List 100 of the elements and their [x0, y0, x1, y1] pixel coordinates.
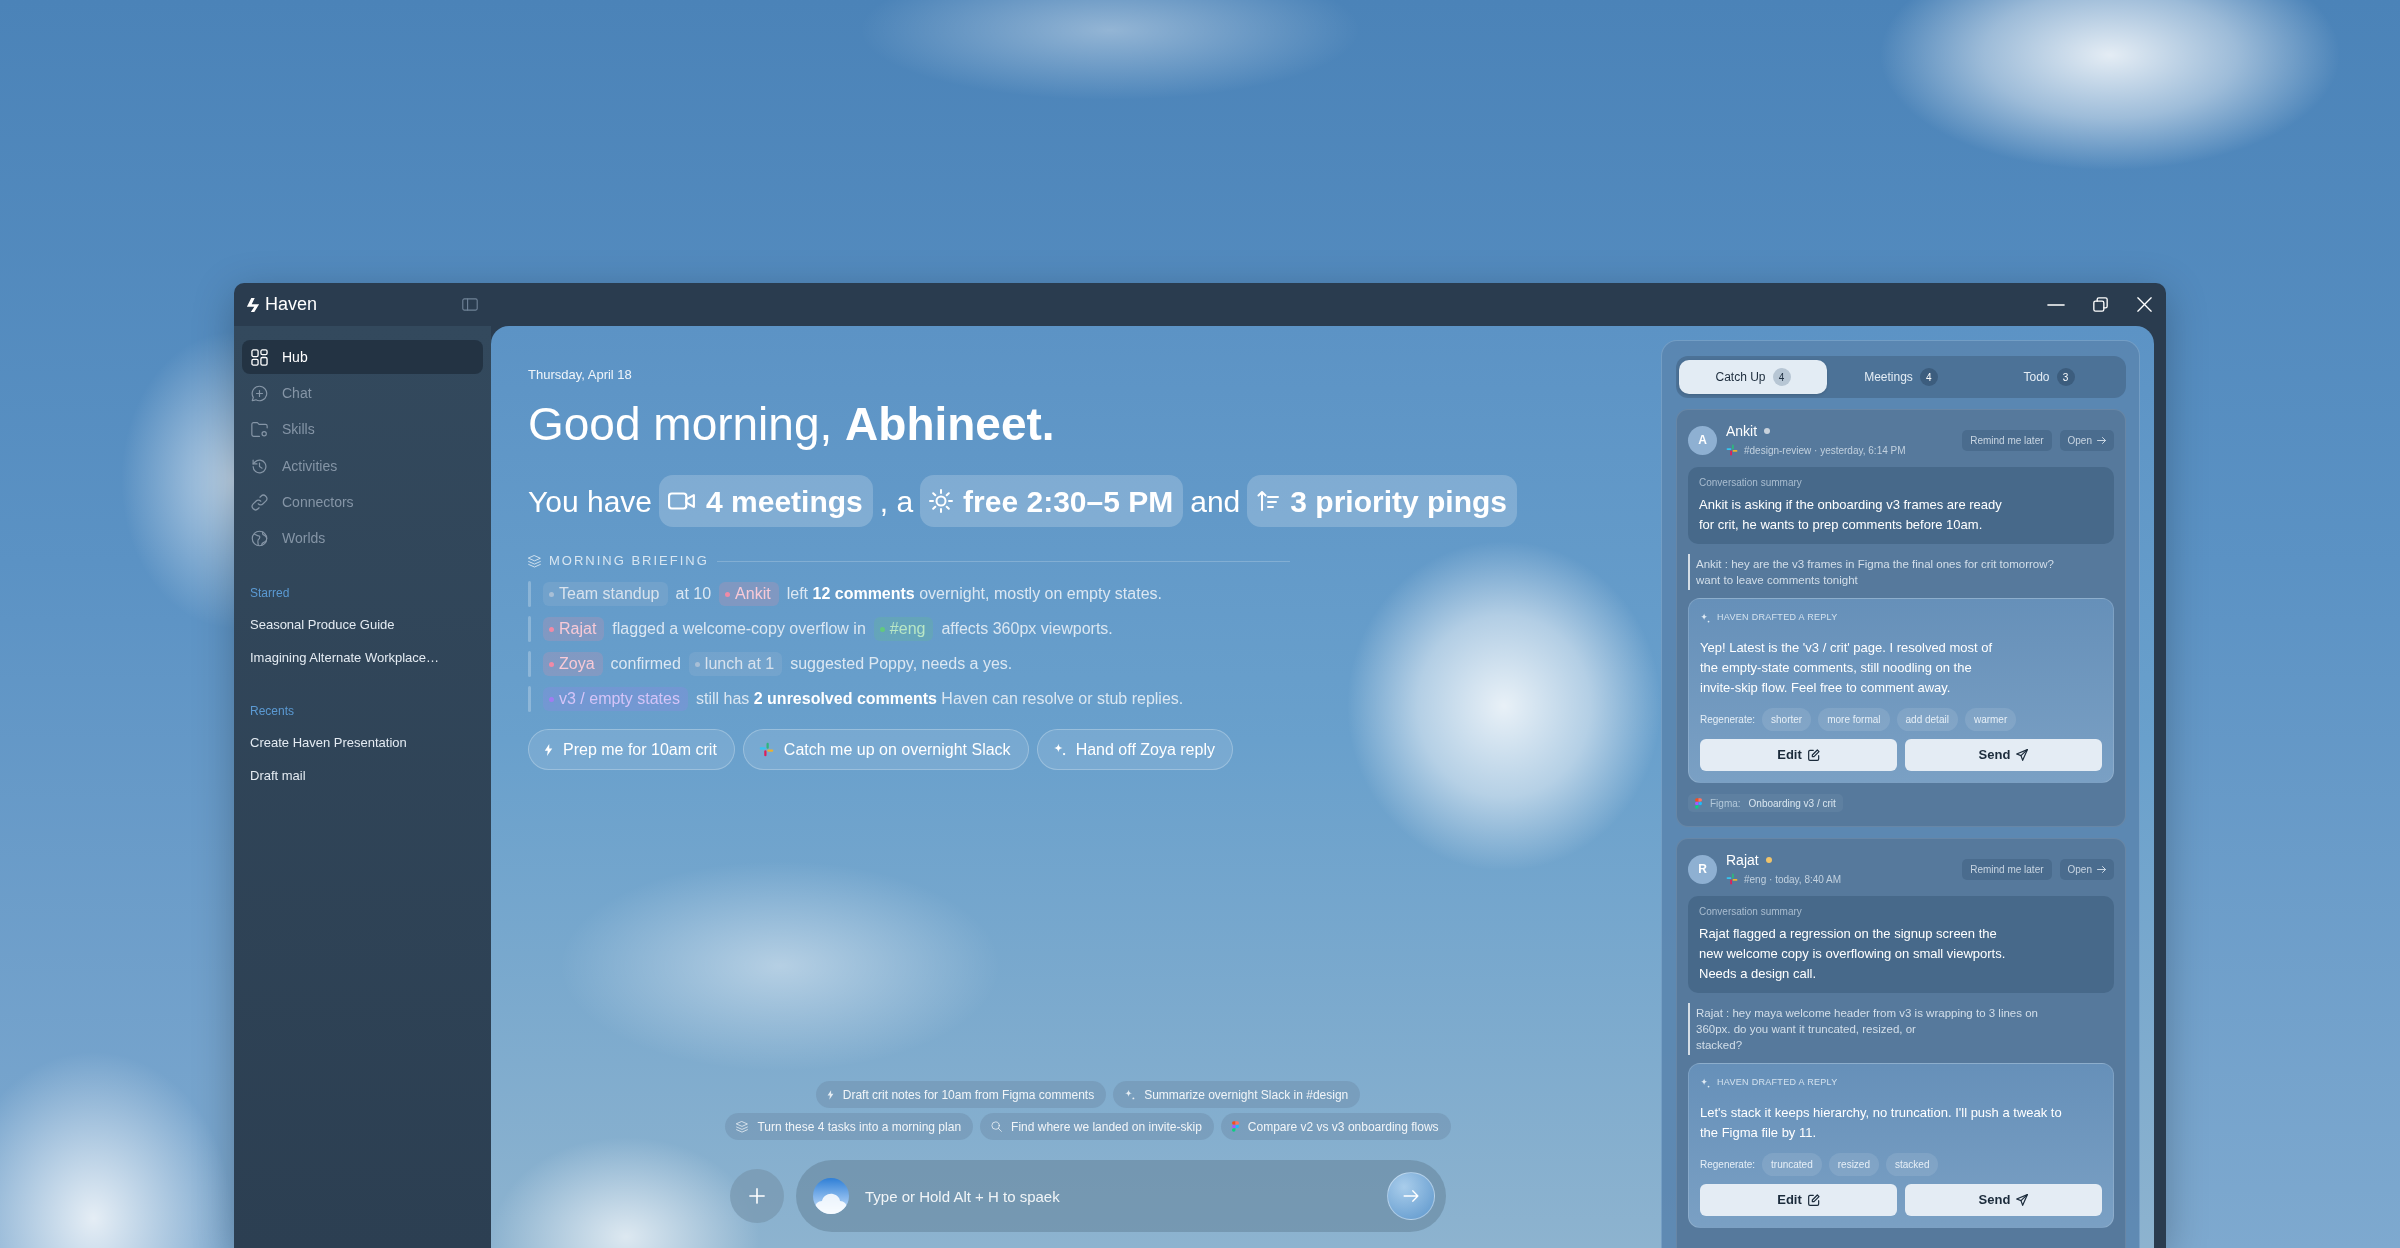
summary-pill[interactable]: 3 priority pings — [1247, 475, 1517, 527]
globe-icon — [251, 530, 268, 548]
briefing-text: at 10 — [675, 584, 712, 604]
regenerate-option[interactable]: resized — [1828, 1153, 1879, 1176]
count-badge: 4 — [1772, 368, 1791, 386]
regenerate-option[interactable]: stacked — [1886, 1153, 1939, 1176]
send-icon — [2016, 749, 2029, 761]
send-reply-button[interactable]: Send — [1905, 1184, 2102, 1216]
remind-later-button[interactable]: Remind me later — [1962, 429, 2052, 451]
summary-pill[interactable]: free 2:30–5 PM — [920, 475, 1184, 527]
mention-chip[interactable]: Zoya — [543, 652, 603, 676]
summary-text: , a — [879, 483, 914, 520]
arrow-right-icon — [2097, 436, 2106, 444]
sidebar-link[interactable]: Seasonal Produce Guide — [242, 607, 483, 641]
action-button[interactable]: Hand off Zoya reply — [1036, 729, 1233, 770]
edit-button[interactable]: Edit — [1700, 1184, 1897, 1216]
count-badge: 3 — [2056, 368, 2075, 386]
open-button[interactable]: Open — [2059, 429, 2114, 451]
nav-item[interactable]: Connectors — [242, 485, 483, 520]
summary-text: and — [1190, 483, 1241, 520]
regenerate-label: Regenerate: — [1700, 1158, 1756, 1172]
sparkle-icon — [1052, 743, 1066, 756]
suggestion-chip[interactable]: Turn these 4 tasks into a morning plan — [725, 1113, 974, 1140]
nav-item[interactable]: Hub — [242, 340, 483, 374]
draft-text: Yep! Latest is the 'v3 / crit' page. I resolved most of the empty-state comments, still noodling on the invite-skip flow. Feel free to comment away. — [1700, 639, 1994, 697]
summary-pill[interactable]: 4 meetings — [659, 475, 873, 527]
suggestion-chip[interactable]: Compare v2 vs v3 onboarding flows — [1220, 1113, 1451, 1140]
count-badge: 4 — [1919, 368, 1938, 386]
nav-item[interactable]: Chat — [242, 376, 483, 411]
summary-text: Rajat flagged a regression on the signup screen the new welcome copy is overflowing on small viewports. Needs a design call. — [1699, 925, 2007, 983]
mention-chip[interactable]: #eng — [873, 617, 934, 641]
figma-logo-icon — [1695, 797, 1702, 809]
regenerate-option[interactable]: shorter — [1762, 708, 1812, 731]
restore-icon — [2092, 297, 2108, 312]
briefing-text: left 12 comments overnight, mostly on empty states. — [786, 584, 1162, 604]
source-link[interactable]: Figma: Onboarding v3 / crit — [1688, 794, 1843, 812]
figma-logo-icon — [1231, 1121, 1239, 1132]
avatar: A — [1688, 425, 1717, 455]
draft-text: Let's stack it keeps hierarchy, no truncation. I'll push a tweak to the Figma file by 11. — [1700, 1104, 2063, 1142]
slack-logo-icon — [1726, 873, 1738, 885]
edit-button[interactable]: Edit — [1700, 739, 1897, 771]
quoted-message: Ankit : hey are the v3 frames in Figma the final ones for crit tomorrow? want to leave comments tonight — [1688, 554, 2114, 590]
send-icon — [2016, 1194, 2029, 1206]
regenerate-option[interactable]: add detail — [1896, 708, 1958, 731]
sun-icon — [929, 489, 954, 513]
quoted-message: Rajat : hey maya welcome header from v3 is wrapping to 3 lines on 360px. do you want it truncated, resized, or stacked? — [1688, 1003, 2114, 1055]
sidebar-link[interactable]: Create Haven Presentation — [242, 725, 483, 759]
action-button[interactable]: Catch me up on overnight Slack — [742, 729, 1029, 770]
suggestion-chip[interactable]: Summarize overnight Slack in #design — [1113, 1081, 1361, 1108]
sidebar-link[interactable]: Imagining Alternate Workplace… — [242, 640, 483, 674]
section-heading: Starred — [249, 584, 291, 602]
regenerate-option[interactable]: more formal — [1818, 708, 1890, 731]
arrow-right-icon — [1403, 1190, 1419, 1202]
app-logo-icon — [246, 296, 260, 313]
mention-chip[interactable]: Ankit — [719, 582, 779, 606]
grid-icon — [251, 348, 268, 366]
suggestion-chip[interactable]: Draft crit notes for 10am from Figma comments — [815, 1081, 1107, 1108]
tab[interactable]: Catch Up 4 — [1679, 360, 1827, 394]
nav-item[interactable]: Worlds — [242, 521, 483, 556]
sidebar-toggle-icon — [462, 298, 478, 311]
mention-chip[interactable]: Rajat — [543, 617, 605, 641]
briefing-text: suggested Poppy, needs a yes. — [790, 654, 1013, 674]
bolt-icon — [544, 743, 553, 756]
mention-chip[interactable]: lunch at 1 — [688, 652, 783, 676]
chat-plus-icon — [251, 384, 268, 402]
minimize-icon — [2047, 303, 2065, 306]
suggestion-chip[interactable]: Find where we landed on invite-skip — [980, 1113, 1214, 1140]
action-button[interactable]: Prep me for 10am crit — [528, 729, 735, 770]
draft-label: HAVEN DRAFTED A REPLY — [1717, 1076, 1838, 1090]
slack-logo-icon — [758, 742, 774, 757]
send-reply-button[interactable]: Send — [1905, 739, 2102, 771]
regenerate-option[interactable]: truncated — [1762, 1153, 1822, 1176]
priority-sort-icon — [1256, 489, 1281, 513]
greeting-heading: Good morning, Abhineet. — [528, 397, 1055, 452]
regenerate-option[interactable]: warmer — [1964, 708, 2017, 731]
remind-later-button[interactable]: Remind me later — [1962, 858, 2052, 880]
mention-chip[interactable]: v3 / empty states — [543, 687, 688, 711]
history-icon — [251, 457, 268, 475]
sidebar-link[interactable]: Draft mail — [242, 758, 483, 792]
layers-icon — [736, 1120, 749, 1133]
link-icon — [251, 494, 268, 512]
open-button[interactable]: Open — [2059, 858, 2114, 880]
sparkle-icon — [1124, 1089, 1136, 1100]
briefing-text: affects 360px viewports. — [941, 619, 1113, 639]
nav-item[interactable]: Skills — [242, 412, 483, 447]
message-input[interactable]: Type or Hold Alt + H to spaek — [865, 1184, 1371, 1208]
bolt-icon — [826, 1089, 834, 1100]
plus-icon — [749, 1188, 765, 1204]
summary-text: You have — [528, 483, 652, 520]
tab[interactable]: Todo 3 — [1975, 360, 2123, 394]
nav-item[interactable]: Activities — [242, 449, 483, 484]
assistant-orb-icon — [813, 1178, 849, 1214]
draft-label: HAVEN DRAFTED A REPLY — [1717, 611, 1838, 625]
mention-chip[interactable]: Team standup — [543, 582, 668, 606]
avatar: R — [1688, 854, 1717, 884]
edit-icon — [1807, 1194, 1820, 1206]
tab[interactable]: Meetings 4 — [1827, 360, 1975, 394]
message-composer[interactable]: Type or Hold Alt + H to spaek — [796, 1160, 1446, 1232]
sparkle-icon — [1700, 613, 1710, 623]
layers-icon — [528, 554, 541, 568]
